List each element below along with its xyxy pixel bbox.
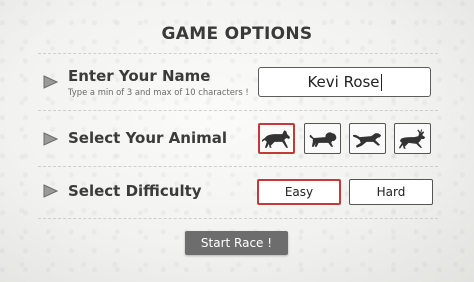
animal-label: Select Your Animal <box>68 129 227 147</box>
name-input[interactable]: Kevi Rose <box>258 67 431 97</box>
divider <box>38 53 438 54</box>
divider <box>38 110 438 111</box>
animal-option-deer[interactable] <box>394 123 431 154</box>
difficulty-label: Select Difficulty <box>68 182 202 200</box>
page-title: GAME OPTIONS <box>161 24 313 44</box>
lion-icon <box>309 131 337 147</box>
difficulty-easy-button[interactable]: Easy <box>257 179 341 205</box>
deer-icon <box>398 128 426 149</box>
name-input-value: Kevi Rose <box>307 73 380 91</box>
name-hint: Type a min of 3 and max of 10 characters… <box>68 87 249 97</box>
animal-option-lion[interactable] <box>304 123 341 154</box>
horse-icon <box>261 129 291 148</box>
arrow-icon <box>43 75 58 89</box>
divider <box>38 166 438 167</box>
difficulty-hard-button[interactable]: Hard <box>349 179 433 205</box>
start-race-button[interactable]: Start Race ! <box>185 231 288 255</box>
arrow-icon <box>43 132 58 146</box>
divider <box>38 218 438 219</box>
text-caret <box>380 73 382 91</box>
animal-option-horse[interactable] <box>258 123 295 154</box>
arrow-icon <box>43 184 58 198</box>
cheetah-icon <box>352 132 382 148</box>
animal-option-cheetah[interactable] <box>349 123 386 154</box>
name-label: Enter Your Name <box>68 67 211 85</box>
